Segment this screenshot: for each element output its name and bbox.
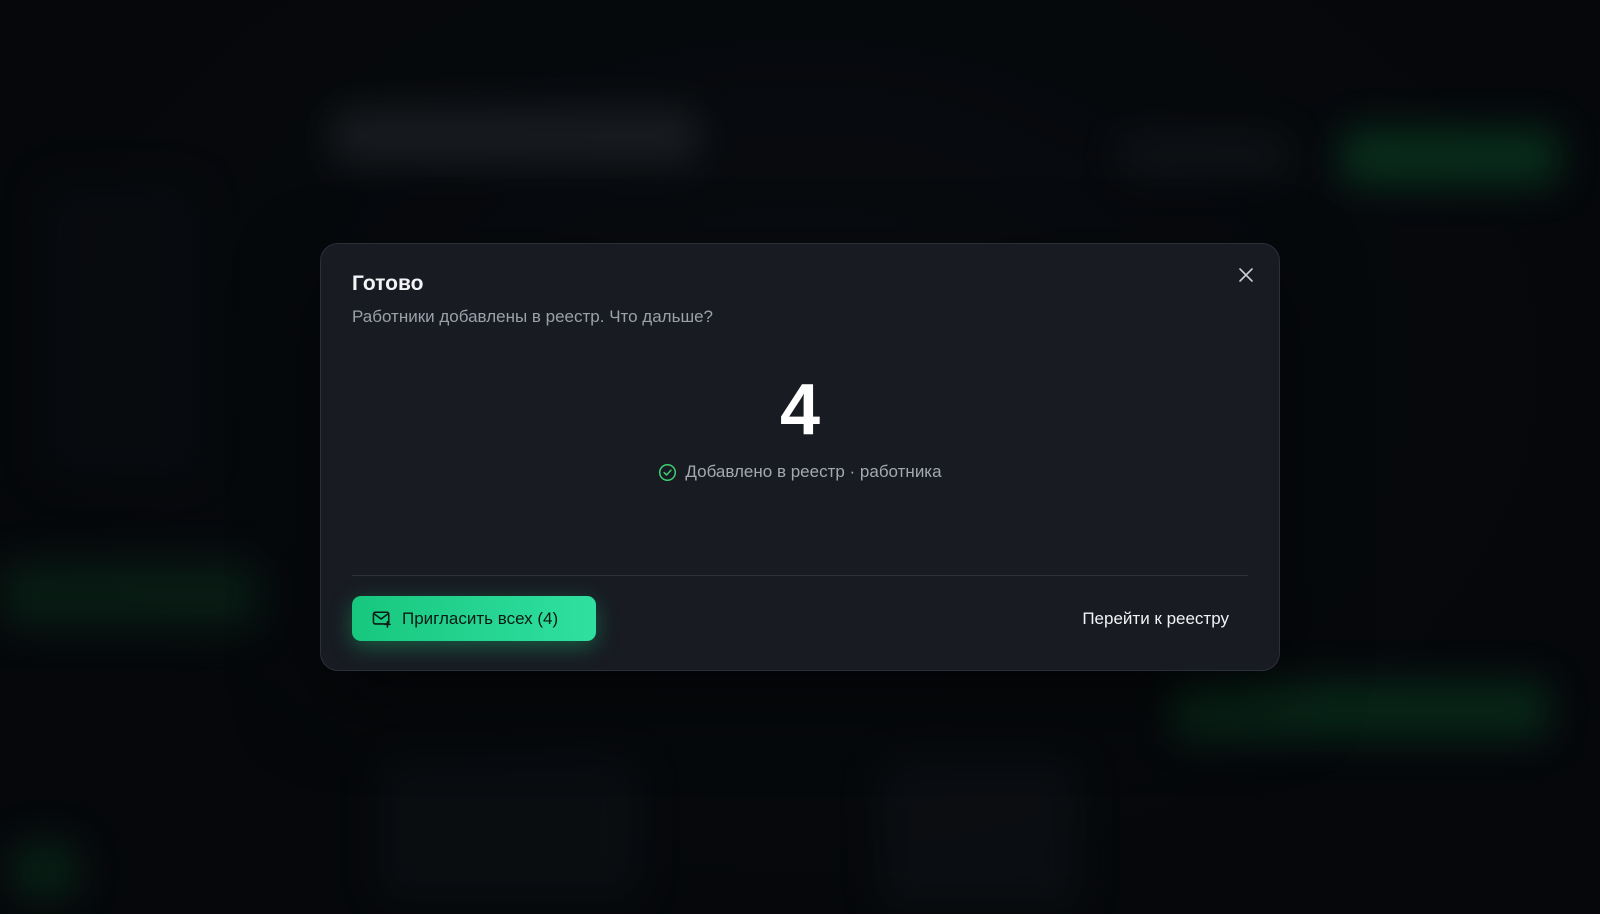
go-to-registry-label: Перейти к реестру [1082,608,1229,628]
added-count: 4 [779,370,821,450]
close-icon [1239,268,1253,282]
mail-plus-icon [372,610,391,628]
status-text: Добавлено в реестр · работника [685,462,942,481]
invite-all-button[interactable]: Пригласить всех (4) [352,596,596,641]
success-dialog: Готово Работники добавлены в реестр. Что… [320,243,1280,671]
close-button[interactable] [1231,260,1261,290]
check-circle-icon [659,463,677,481]
dialog-title: Готово [352,272,424,295]
footer-divider [352,575,1248,576]
go-to-registry-button[interactable]: Перейти к реестру [1082,596,1229,641]
invite-all-label: Пригласить всех (4) [402,608,559,628]
status-row: Добавлено в реестр · работника [321,462,1279,482]
dialog-subtitle: Работники добавлены в реестр. Что дальше… [352,307,714,326]
